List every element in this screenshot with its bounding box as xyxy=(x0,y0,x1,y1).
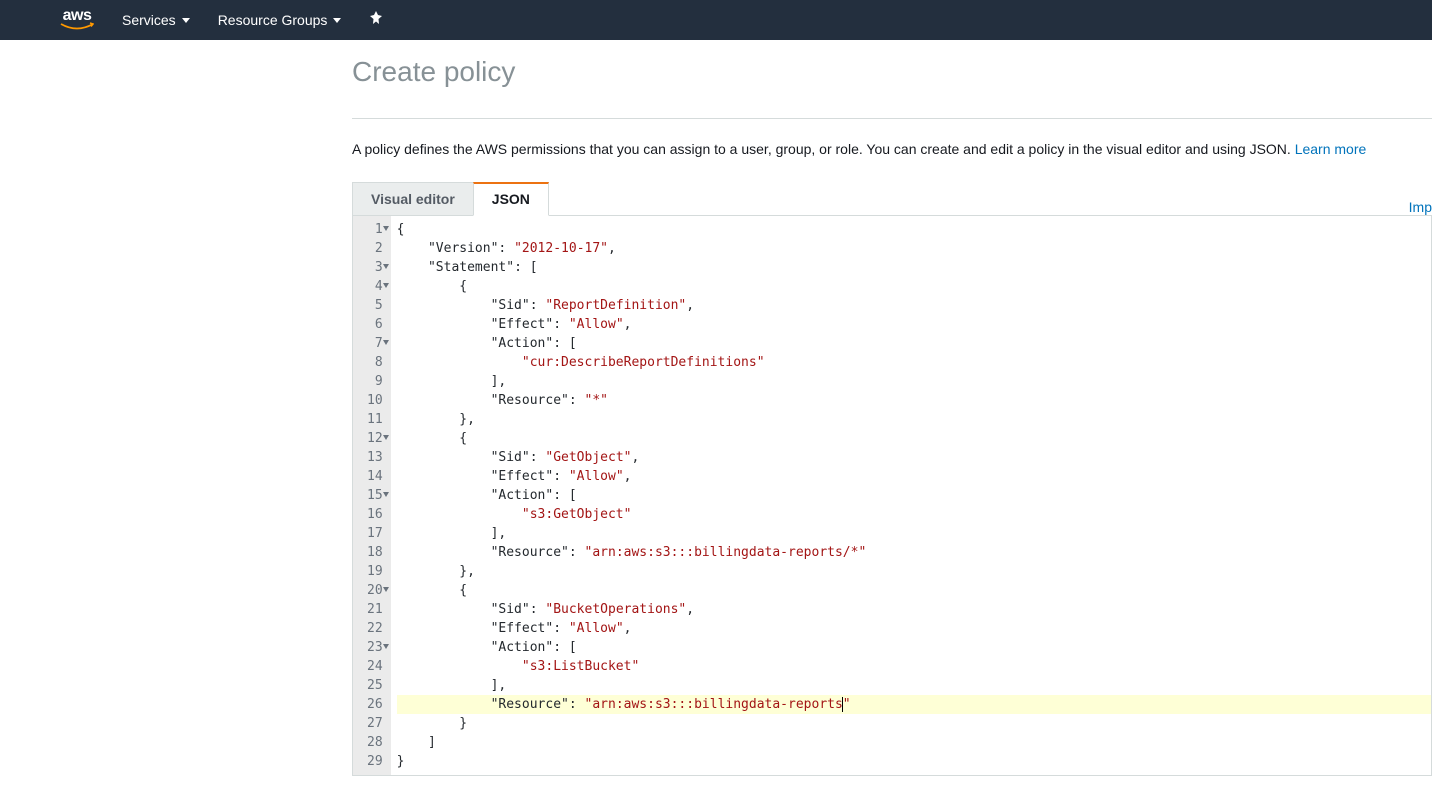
aws-logo[interactable]: aws xyxy=(60,8,94,32)
description-text: A policy defines the AWS permissions tha… xyxy=(352,141,1295,157)
line-number: 8 xyxy=(367,353,383,372)
editor-gutter: 1234567891011121314151617181920212223242… xyxy=(353,216,391,775)
nav-resource-groups-label: Resource Groups xyxy=(218,12,328,28)
json-editor[interactable]: 1234567891011121314151617181920212223242… xyxy=(353,216,1431,775)
line-number: 22 xyxy=(367,619,383,638)
code-line[interactable]: "Effect": "Allow", xyxy=(397,467,1431,486)
import-managed-policy-link[interactable]: Imp xyxy=(1409,199,1432,215)
code-line[interactable]: { xyxy=(397,581,1431,600)
code-line[interactable]: "Sid": "ReportDefinition", xyxy=(397,296,1431,315)
tab-json[interactable]: JSON xyxy=(473,182,549,216)
code-line[interactable]: }, xyxy=(397,410,1431,429)
code-line[interactable]: "Resource": "arn:aws:s3:::billingdata-re… xyxy=(397,543,1431,562)
code-line[interactable]: "Action": [ xyxy=(397,486,1431,505)
code-line[interactable]: ] xyxy=(397,733,1431,752)
code-line[interactable]: "Resource": "arn:aws:s3:::billingdata-re… xyxy=(397,695,1431,714)
line-number: 9 xyxy=(367,372,383,391)
code-line[interactable]: "Statement": [ xyxy=(397,258,1431,277)
nav-services[interactable]: Services xyxy=(122,12,190,28)
code-line[interactable]: "Resource": "*" xyxy=(397,391,1431,410)
line-number: 28 xyxy=(367,733,383,752)
page-title: Create policy xyxy=(352,56,1432,88)
line-number: 20 xyxy=(367,581,383,600)
line-number: 6 xyxy=(367,315,383,334)
code-line[interactable]: ], xyxy=(397,676,1431,695)
code-line[interactable]: "s3:ListBucket" xyxy=(397,657,1431,676)
code-line[interactable]: ], xyxy=(397,372,1431,391)
chevron-down-icon xyxy=(182,18,190,23)
line-number: 17 xyxy=(367,524,383,543)
nav-services-label: Services xyxy=(122,12,176,28)
line-number: 5 xyxy=(367,296,383,315)
code-line[interactable]: { xyxy=(397,429,1431,448)
line-number: 3 xyxy=(367,258,383,277)
line-number: 25 xyxy=(367,676,383,695)
line-number: 24 xyxy=(367,657,383,676)
pin-icon[interactable] xyxy=(369,11,383,30)
line-number: 19 xyxy=(367,562,383,581)
code-line[interactable]: } xyxy=(397,752,1431,771)
nav-resource-groups[interactable]: Resource Groups xyxy=(218,12,342,28)
code-line[interactable]: "Action": [ xyxy=(397,638,1431,657)
code-line[interactable]: "cur:DescribeReportDefinitions" xyxy=(397,353,1431,372)
code-line[interactable]: "Effect": "Allow", xyxy=(397,619,1431,638)
line-number: 16 xyxy=(367,505,383,524)
tabs: Visual editor JSON xyxy=(352,182,549,215)
line-number: 18 xyxy=(367,543,383,562)
json-editor-container: 1234567891011121314151617181920212223242… xyxy=(352,216,1432,776)
code-line[interactable]: "Sid": "GetObject", xyxy=(397,448,1431,467)
line-number: 21 xyxy=(367,600,383,619)
code-line[interactable]: "Action": [ xyxy=(397,334,1431,353)
aws-smile-icon xyxy=(60,22,94,32)
main-content: Create policy A policy defines the AWS p… xyxy=(0,40,1432,776)
line-number: 26 xyxy=(367,695,383,714)
code-line[interactable]: { xyxy=(397,277,1431,296)
code-line[interactable]: { xyxy=(397,220,1431,239)
line-number: 7 xyxy=(367,334,383,353)
line-number: 14 xyxy=(367,467,383,486)
learn-more-link[interactable]: Learn more xyxy=(1295,141,1367,157)
policy-description: A policy defines the AWS permissions tha… xyxy=(352,139,1366,160)
line-number: 13 xyxy=(367,448,383,467)
line-number: 2 xyxy=(367,239,383,258)
code-line[interactable]: }, xyxy=(397,562,1431,581)
line-number: 1 xyxy=(367,220,383,239)
editor-code-area[interactable]: { "Version": "2012-10-17", "Statement": … xyxy=(391,216,1431,775)
code-line[interactable]: "Effect": "Allow", xyxy=(397,315,1431,334)
tab-visual-editor[interactable]: Visual editor xyxy=(352,182,474,215)
code-line[interactable]: "Sid": "BucketOperations", xyxy=(397,600,1431,619)
divider xyxy=(352,118,1432,119)
chevron-down-icon xyxy=(333,18,341,23)
tabs-row: Visual editor JSON Imp xyxy=(352,182,1432,216)
code-line[interactable]: } xyxy=(397,714,1431,733)
line-number: 29 xyxy=(367,752,383,771)
line-number: 27 xyxy=(367,714,383,733)
top-nav: aws Services Resource Groups xyxy=(0,0,1432,40)
code-line[interactable]: "Version": "2012-10-17", xyxy=(397,239,1431,258)
line-number: 15 xyxy=(367,486,383,505)
line-number: 12 xyxy=(367,429,383,448)
code-line[interactable]: ], xyxy=(397,524,1431,543)
line-number: 11 xyxy=(367,410,383,429)
line-number: 10 xyxy=(367,391,383,410)
line-number: 4 xyxy=(367,277,383,296)
line-number: 23 xyxy=(367,638,383,657)
code-line[interactable]: "s3:GetObject" xyxy=(397,505,1431,524)
